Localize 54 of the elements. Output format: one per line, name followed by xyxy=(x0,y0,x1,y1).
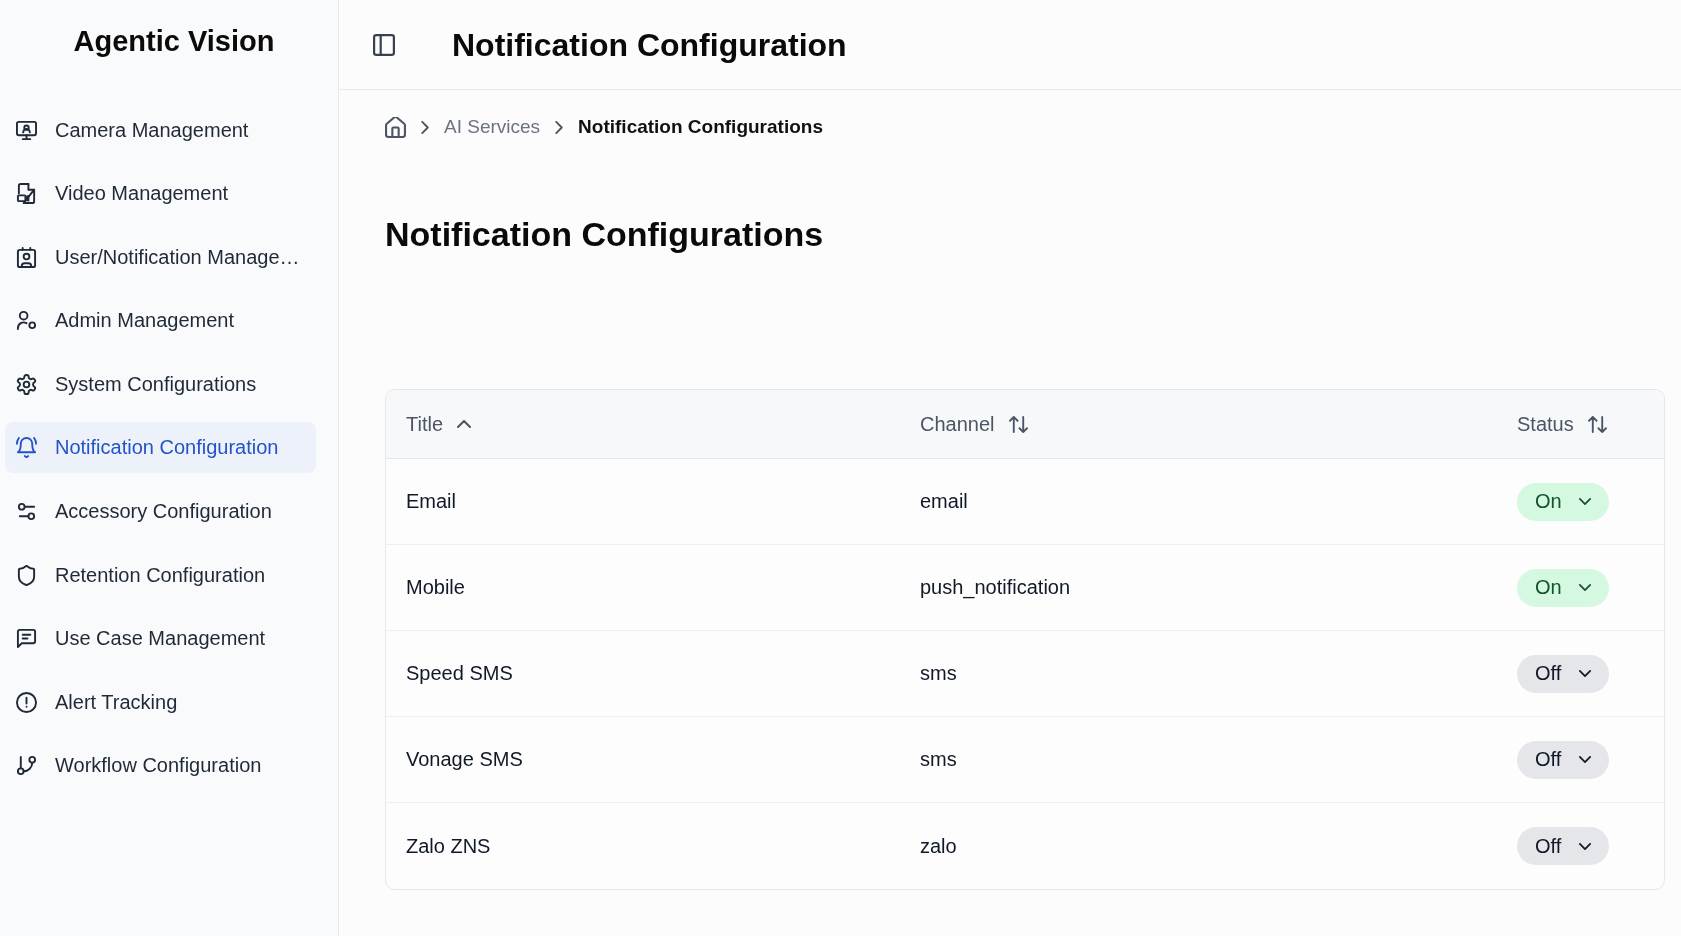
settings-icon xyxy=(16,373,37,395)
table-cell: Speed SMS xyxy=(406,662,513,685)
table-cell: email xyxy=(920,490,968,513)
table-cell: Vonage SMS xyxy=(406,748,523,771)
table-cell: zalo xyxy=(920,834,957,858)
sidebar-item[interactable]: Accessory Configuration xyxy=(5,486,316,538)
table-cell: Email xyxy=(406,490,456,513)
status-dropdown[interactable]: Off xyxy=(1517,654,1609,693)
chevron-right-icon xyxy=(555,120,564,134)
sidebar-item[interactable]: Video Management xyxy=(5,168,316,220)
sidebar-item[interactable]: System Configurations xyxy=(5,358,316,410)
breadcrumb-current: Notification Configurations xyxy=(578,116,823,138)
file-video-icon xyxy=(16,183,37,205)
table-cell: push_notification xyxy=(920,576,1071,599)
chevron-down-icon xyxy=(1579,670,1591,677)
column-header[interactable]: Status xyxy=(1517,412,1607,436)
user-icon xyxy=(16,310,37,332)
chevron-down-icon xyxy=(1579,498,1591,505)
sidebar-item[interactable]: User/Notification Manage… xyxy=(5,231,316,283)
status-dropdown[interactable]: On xyxy=(1517,568,1609,607)
sidebar-item[interactable]: Notification Configuration xyxy=(5,422,316,474)
shield-icon xyxy=(16,564,37,586)
branch-icon xyxy=(16,755,37,777)
sidebar-item[interactable]: Camera Management xyxy=(5,104,316,156)
user-card-icon xyxy=(16,246,37,268)
column-header[interactable]: Channel xyxy=(920,412,1028,436)
sidebar-item[interactable]: Alert Tracking xyxy=(5,676,316,728)
status-dropdown[interactable]: Off xyxy=(1517,740,1609,779)
sidebar-item[interactable]: Workflow Configuration xyxy=(5,740,316,792)
sidebar-item[interactable]: Retention Configuration xyxy=(5,549,316,601)
bell-icon xyxy=(16,437,37,459)
table-cell: sms xyxy=(920,662,957,685)
sliders-icon xyxy=(16,501,37,523)
message-icon xyxy=(16,628,37,650)
column-header[interactable]: Title xyxy=(406,412,472,436)
status-dropdown[interactable]: On xyxy=(1517,482,1609,521)
sidebar-item[interactable]: Use Case Management xyxy=(5,613,316,665)
monitor-user-icon xyxy=(16,119,37,141)
section-heading: Notification Configurations xyxy=(385,214,824,254)
chevron-down-icon xyxy=(1579,842,1591,850)
table-cell: Zalo ZNS xyxy=(406,834,491,858)
chevron-down-icon xyxy=(1579,756,1591,763)
home-icon[interactable] xyxy=(385,116,406,138)
app-logo-text: Agentic Vision xyxy=(73,24,275,58)
chevron-down-icon xyxy=(1579,584,1591,591)
table-cell: sms xyxy=(920,748,957,771)
page-title: Notification Configuration xyxy=(452,25,847,65)
sidebar-item[interactable]: Admin Management xyxy=(5,295,316,347)
breadcrumb-link[interactable]: AI Services xyxy=(444,116,541,138)
chevron-right-icon xyxy=(421,120,429,134)
alert-icon xyxy=(16,691,37,713)
table-cell: Mobile xyxy=(406,576,465,599)
status-dropdown[interactable]: Off xyxy=(1517,827,1609,865)
sidebar-toggle-icon[interactable] xyxy=(373,33,395,56)
